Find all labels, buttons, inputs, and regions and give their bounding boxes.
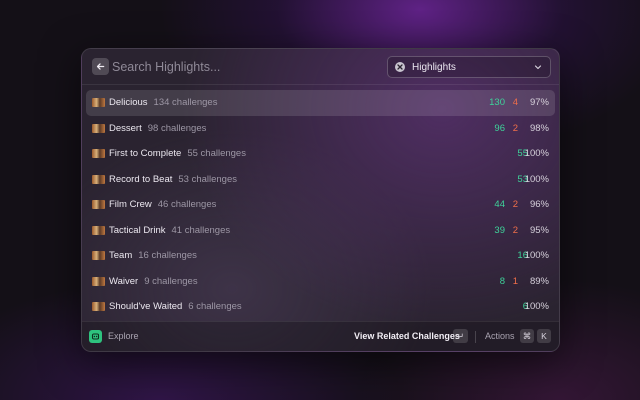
highlight-name: Waiver 9 challenges bbox=[109, 276, 198, 287]
explore-label: Explore bbox=[108, 331, 139, 341]
highlight-name: First to Complete 55 challenges bbox=[109, 148, 246, 159]
footer-divider bbox=[475, 331, 476, 343]
success-percentage: 97% bbox=[529, 97, 549, 108]
highlight-name: Should've Waited 6 challenges bbox=[109, 301, 242, 312]
success-percentage: 100% bbox=[524, 148, 549, 159]
highlights-dropdown[interactable]: Highlights bbox=[387, 56, 551, 78]
success-percentage: 96% bbox=[529, 199, 549, 210]
completed-count: 96 bbox=[494, 122, 505, 134]
k-key-badge: K bbox=[537, 329, 551, 343]
challenge-count: 41 challenges bbox=[171, 224, 231, 236]
actions-button[interactable]: Actions bbox=[485, 331, 515, 341]
highlight-name: Film Crew 46 challenges bbox=[109, 199, 216, 210]
chevron-down-icon bbox=[534, 65, 542, 70]
highlight-name-text: Record to Beat bbox=[109, 173, 173, 185]
highlight-name: Delicious 134 challenges bbox=[109, 97, 217, 108]
challenge-count: 55 challenges bbox=[187, 148, 246, 159]
highlight-name: Team 16 challenges bbox=[109, 250, 197, 261]
highlight-name-text: First to Complete bbox=[109, 148, 182, 159]
list-item[interactable]: Record to Beat 53 challenges 53 100% bbox=[86, 167, 555, 193]
challenge-count: 98 challenges bbox=[147, 122, 207, 134]
completed-count: 44 bbox=[494, 199, 505, 210]
highlight-name: Record to Beat 53 challenges bbox=[109, 174, 237, 185]
list-item[interactable]: Film Crew 46 challenges 44 2 96% bbox=[86, 192, 555, 218]
success-percentage: 89% bbox=[529, 275, 549, 287]
highlight-name-text: Waiver bbox=[109, 275, 139, 287]
challenge-count: 53 challenges bbox=[178, 173, 238, 185]
highlight-name-text: Should've Waited bbox=[109, 301, 183, 312]
completed-count: 130 bbox=[489, 97, 505, 108]
challenge-count: 46 challenges bbox=[157, 199, 217, 210]
explore-app-icon bbox=[89, 330, 102, 343]
dropdown-selected-label: Highlights bbox=[412, 61, 456, 73]
search-input[interactable] bbox=[112, 57, 372, 77]
list-item[interactable]: First to Complete 55 challenges 55 100% bbox=[86, 141, 555, 167]
failed-count: 2 bbox=[512, 224, 518, 236]
highlight-thumbnail bbox=[92, 251, 105, 260]
completed-count: 8 bbox=[499, 275, 505, 287]
challenge-count: 6 challenges bbox=[188, 301, 242, 312]
list-item[interactable]: Waiver 9 challenges 8 1 89% bbox=[86, 269, 555, 295]
challenge-count: 9 challenges bbox=[144, 275, 198, 287]
highlight-thumbnail bbox=[92, 174, 105, 184]
highlight-name: Tactical Drink 41 challenges bbox=[109, 225, 230, 236]
success-percentage: 100% bbox=[524, 173, 549, 185]
highlight-name-text: Film Crew bbox=[109, 199, 152, 210]
success-percentage: 100% bbox=[524, 250, 549, 261]
completed-count: 39 bbox=[494, 224, 505, 236]
list-item[interactable]: Tactical Drink 41 challenges 39 2 95% bbox=[86, 218, 555, 244]
success-percentage: 95% bbox=[529, 224, 549, 236]
highlight-thumbnail bbox=[92, 98, 105, 107]
highlight-name-text: Team bbox=[109, 250, 133, 261]
highlight-thumbnail bbox=[92, 123, 105, 133]
close-circle-icon bbox=[395, 62, 405, 72]
list-item[interactable]: Should've Waited 6 challenges 6 100% bbox=[86, 294, 555, 320]
list-item[interactable]: Team 16 challenges 16 100% bbox=[86, 243, 555, 269]
list-item[interactable]: Delicious 134 challenges 130 4 97% bbox=[86, 90, 555, 116]
back-button[interactable] bbox=[92, 58, 109, 75]
highlight-name: Dessert 98 challenges bbox=[109, 123, 206, 134]
view-related-challenges-button[interactable]: View Related Challenges bbox=[354, 331, 460, 341]
failed-count: 4 bbox=[512, 97, 518, 108]
failed-count: 2 bbox=[512, 122, 518, 134]
highlight-thumbnail bbox=[92, 149, 105, 158]
challenge-count: 16 challenges bbox=[138, 250, 197, 261]
highlight-thumbnail bbox=[92, 276, 105, 286]
command-palette: Highlights Delicious 134 challenges 130 4 97… bbox=[81, 48, 560, 352]
search-header: Highlights bbox=[82, 49, 559, 85]
highlight-thumbnail bbox=[92, 302, 105, 311]
highlight-name-text: Delicious bbox=[109, 97, 148, 108]
highlight-thumbnail bbox=[92, 225, 105, 235]
success-percentage: 98% bbox=[529, 122, 549, 134]
success-percentage: 100% bbox=[524, 301, 549, 312]
highlight-name-text: Tactical Drink bbox=[109, 224, 166, 236]
command-key-badge: ⌘ bbox=[520, 329, 534, 343]
challenge-count: 134 challenges bbox=[153, 97, 218, 108]
enter-key-badge: ↵ bbox=[453, 329, 468, 343]
footer-bar: Explore View Related Challenges ↵ Action… bbox=[82, 321, 559, 351]
highlights-list: Delicious 134 challenges 130 4 97% Dessert 98 … bbox=[86, 90, 555, 320]
highlight-thumbnail bbox=[92, 200, 105, 209]
arrow-left-icon bbox=[96, 63, 105, 70]
list-item[interactable]: Dessert 98 challenges 96 2 98% bbox=[86, 116, 555, 142]
failed-count: 2 bbox=[512, 199, 518, 210]
failed-count: 1 bbox=[512, 275, 518, 287]
highlight-name-text: Dessert bbox=[109, 122, 142, 134]
